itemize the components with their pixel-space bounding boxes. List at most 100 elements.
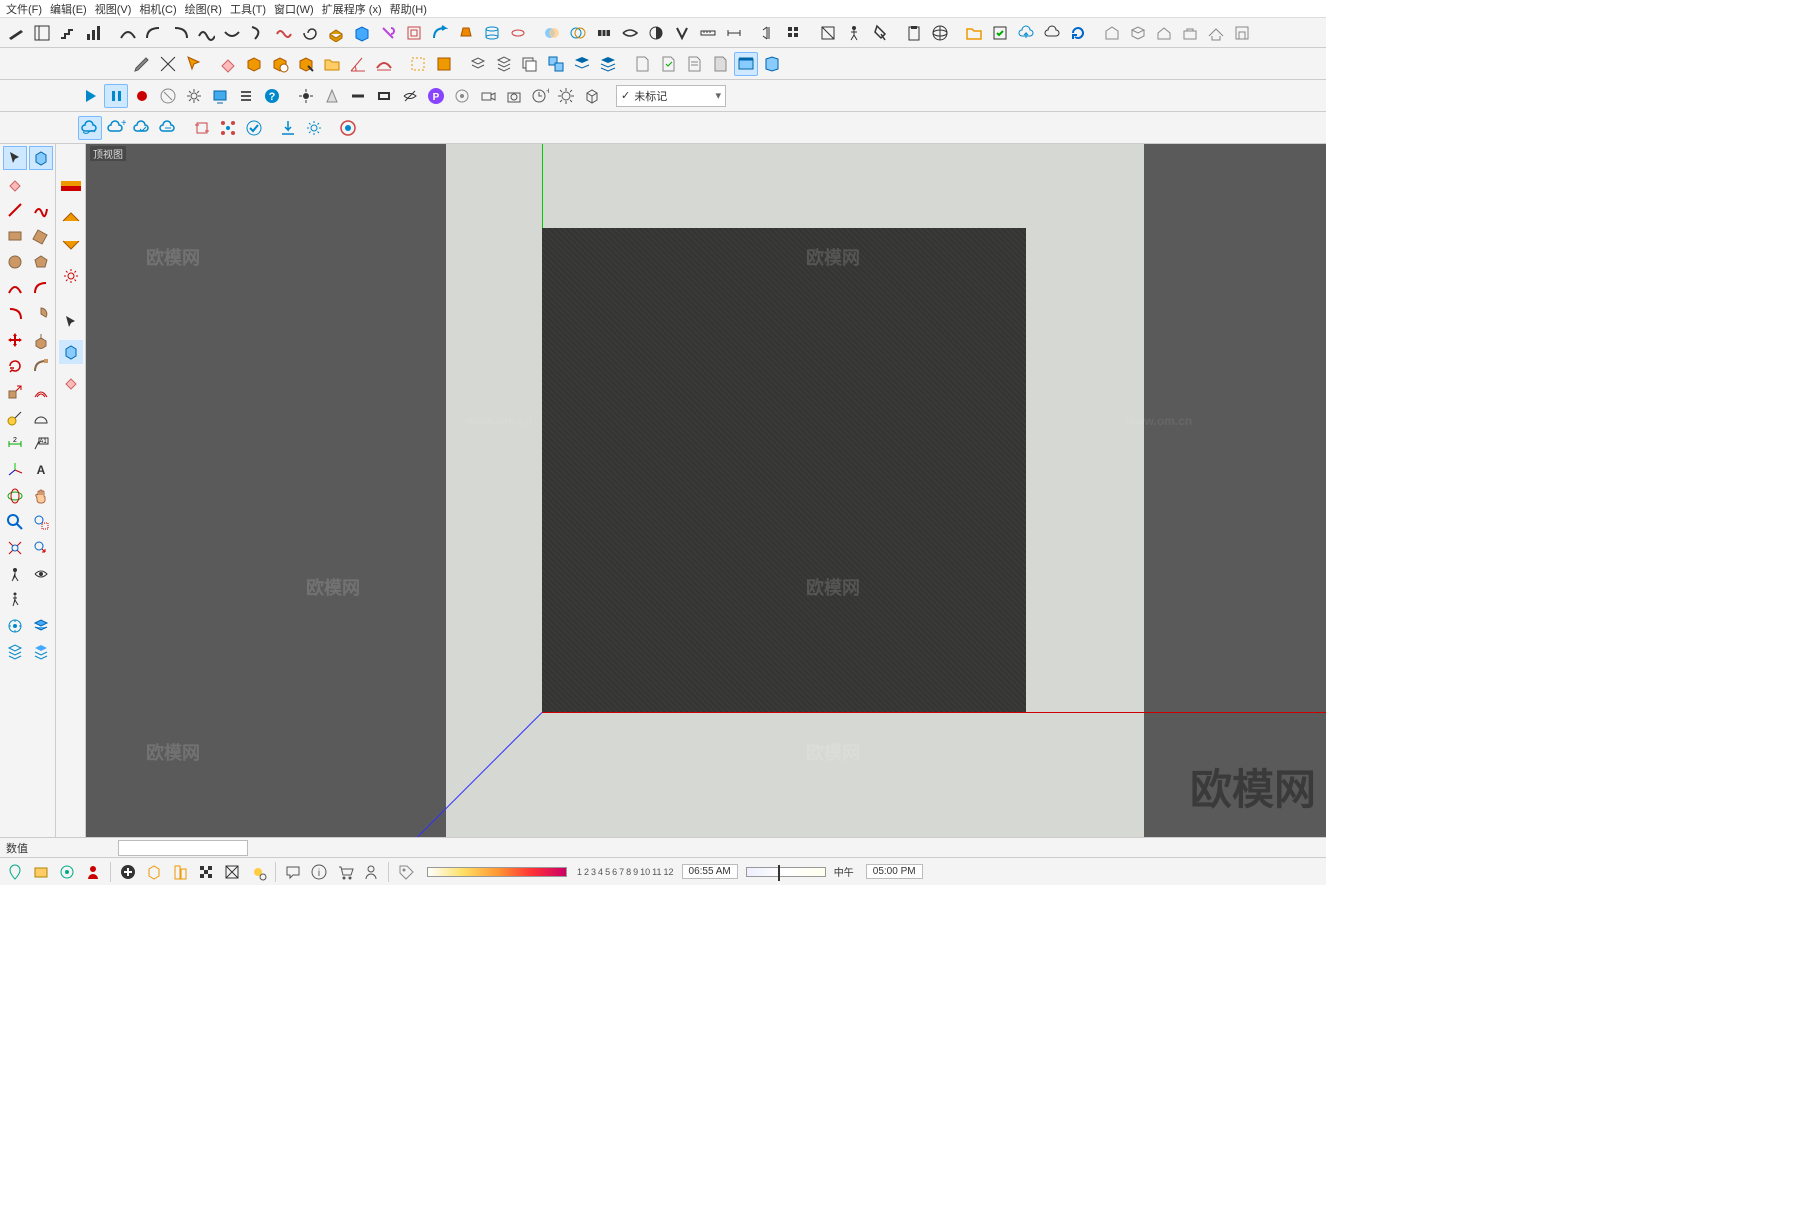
cube-icon[interactable] <box>580 84 604 108</box>
warehouse-icon[interactable] <box>1100 21 1124 45</box>
solid-e-icon[interactable] <box>644 21 668 45</box>
light-line-icon[interactable] <box>346 84 370 108</box>
solid-c-icon[interactable] <box>592 21 616 45</box>
section-icon[interactable] <box>816 21 840 45</box>
globe-icon[interactable] <box>928 21 952 45</box>
rect-rot-tool[interactable] <box>29 224 53 248</box>
pause-icon[interactable] <box>104 84 128 108</box>
stack-a-icon[interactable] <box>3 640 27 664</box>
iso-view-icon[interactable] <box>59 340 83 364</box>
bars-icon[interactable] <box>82 21 106 45</box>
outliner-icon[interactable] <box>3 614 27 638</box>
gear-icon[interactable] <box>59 264 83 288</box>
zoom-tool[interactable] <box>3 510 27 534</box>
prev-view-tool[interactable] <box>29 536 53 560</box>
component-b-icon[interactable] <box>268 52 292 76</box>
look-tool[interactable] <box>29 562 53 586</box>
camera-icon[interactable] <box>502 84 526 108</box>
video-icon[interactable] <box>476 84 500 108</box>
style-c-icon[interactable] <box>59 234 83 258</box>
layers-5-icon[interactable] <box>570 52 594 76</box>
layers-6-icon[interactable] <box>596 52 620 76</box>
stack-b-icon[interactable] <box>29 640 53 664</box>
texture-plane[interactable] <box>542 228 1026 712</box>
hide-icon[interactable] <box>398 84 422 108</box>
eraser-tool[interactable] <box>3 172 27 196</box>
add-icon[interactable] <box>117 861 139 883</box>
pushpull-tool[interactable] <box>29 328 53 352</box>
align-icon[interactable] <box>372 52 396 76</box>
text-tool[interactable]: A1 <box>29 432 53 456</box>
pencil-tool-icon[interactable] <box>130 52 154 76</box>
target-icon[interactable] <box>450 84 474 108</box>
house-icon[interactable] <box>1152 21 1176 45</box>
user-icon[interactable] <box>360 861 382 883</box>
zoom-ext-tool[interactable] <box>3 536 27 560</box>
cloud-d-icon[interactable] <box>156 116 180 140</box>
layers-2-icon[interactable] <box>492 52 516 76</box>
cloud-c-icon[interactable] <box>130 116 154 140</box>
gps-icon[interactable] <box>56 861 78 883</box>
circle-tool[interactable] <box>3 250 27 274</box>
component-c-icon[interactable] <box>294 52 318 76</box>
curve-1-icon[interactable] <box>194 21 218 45</box>
plugin-p-icon[interactable]: P <box>424 84 448 108</box>
layers-4-icon[interactable] <box>544 52 568 76</box>
menu-help[interactable]: 帮助(H) <box>390 1 427 17</box>
orbit-tool[interactable] <box>3 484 27 508</box>
record-icon[interactable] <box>130 84 154 108</box>
layers-3-icon[interactable] <box>518 52 542 76</box>
menu-camera[interactable]: 相机(C) <box>139 1 176 17</box>
spiral-icon[interactable] <box>298 21 322 45</box>
arc-tool-icon[interactable] <box>116 21 140 45</box>
cloud-up-icon[interactable] <box>1014 21 1038 45</box>
solid-a-icon[interactable] <box>540 21 564 45</box>
solid-f-icon[interactable] <box>670 21 694 45</box>
page-d-icon[interactable] <box>708 52 732 76</box>
page-c-icon[interactable] <box>682 52 706 76</box>
axes-tool[interactable] <box>3 458 27 482</box>
time-add-icon[interactable]: + <box>528 84 552 108</box>
stairs-icon[interactable] <box>56 21 80 45</box>
clipboard-icon[interactable] <box>902 21 926 45</box>
zoom-window-tool[interactable] <box>29 510 53 534</box>
tool-icon[interactable] <box>4 21 28 45</box>
offset-tool[interactable] <box>29 380 53 404</box>
cleanup-icon[interactable] <box>868 21 892 45</box>
page-a-icon[interactable] <box>630 52 654 76</box>
menu-extensions[interactable]: 扩展程序 (x) <box>322 1 382 17</box>
freehand-tool[interactable] <box>29 198 53 222</box>
move-tool[interactable] <box>3 328 27 352</box>
credit-icon[interactable] <box>30 861 52 883</box>
extension-icon[interactable] <box>169 861 191 883</box>
walk-icon[interactable] <box>842 21 866 45</box>
polygon-tool[interactable] <box>29 250 53 274</box>
viewport[interactable]: 顶视图 欧模网 www.om.cn 欧模网 欧模网 欧模网 欧模网 欧模网 ww… <box>86 144 1326 837</box>
select-arrow-icon[interactable] <box>182 52 206 76</box>
roof-icon[interactable] <box>1204 21 1228 45</box>
help-icon[interactable]: ? <box>260 84 284 108</box>
light-spot-icon[interactable] <box>320 84 344 108</box>
iso-cube-icon[interactable] <box>29 146 53 170</box>
arc2-tool[interactable] <box>29 276 53 300</box>
cloud-a-icon[interactable] <box>78 116 102 140</box>
select-tool[interactable] <box>3 146 27 170</box>
pushpull-icon[interactable] <box>324 21 348 45</box>
paint-icon[interactable] <box>376 21 400 45</box>
arc-tool[interactable] <box>3 276 27 300</box>
cube-wire-icon[interactable] <box>143 861 165 883</box>
grid-icon[interactable] <box>782 21 806 45</box>
menu-window[interactable]: 窗口(W) <box>274 1 314 17</box>
position-cam-tool[interactable] <box>3 562 27 586</box>
cloud-b-icon[interactable]: + <box>104 116 128 140</box>
walk-tool[interactable] <box>3 588 27 612</box>
gear-small-icon[interactable] <box>182 84 206 108</box>
check-circle-icon[interactable] <box>242 116 266 140</box>
followme-icon[interactable] <box>428 21 452 45</box>
time-slider[interactable] <box>746 867 826 877</box>
geo-icon[interactable] <box>4 861 26 883</box>
rect-tool[interactable] <box>3 224 27 248</box>
style-a-icon[interactable] <box>59 174 83 198</box>
person-red-icon[interactable] <box>82 861 104 883</box>
time-end[interactable]: 05:00 PM <box>866 864 923 879</box>
